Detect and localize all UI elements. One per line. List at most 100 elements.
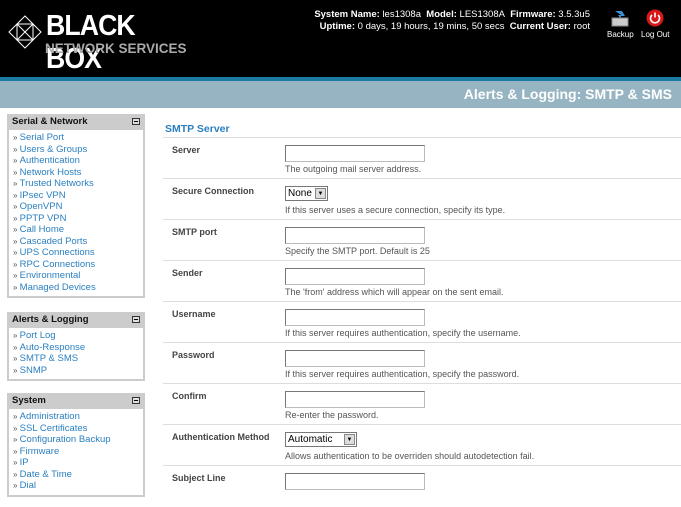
sidebar-item-trusted-networks[interactable]: Trusted Networks: [13, 178, 139, 190]
confirm-input[interactable]: [285, 391, 425, 408]
subject-line-input[interactable]: [285, 473, 425, 490]
sidebar-item-serial-port[interactable]: Serial Port: [13, 132, 139, 144]
field-hint: The outgoing mail server address.: [285, 164, 422, 174]
form-row-server: Server The outgoing mail server address.: [163, 138, 681, 179]
current-user: root: [573, 21, 590, 32]
power-icon: [646, 9, 664, 27]
sidebar-group-title: Serial & Network: [12, 116, 88, 127]
sidebar-item-snmp[interactable]: SNMP: [13, 365, 139, 377]
sidebar-item-rpc-connections[interactable]: RPC Connections: [13, 259, 139, 271]
sidebar-group-title: Alerts & Logging: [12, 314, 89, 325]
server-input[interactable]: [285, 145, 425, 162]
logo-diamond-icon: [8, 15, 42, 49]
field-hint: If this server requires authentication, …: [285, 328, 521, 338]
system-info: System Name: les1308a Model: LES1308A Fi…: [314, 9, 590, 33]
field-label: Server: [172, 145, 201, 155]
sidebar-item-firmware[interactable]: Firmware: [13, 446, 139, 458]
sidebar-item-call-home[interactable]: Call Home: [13, 224, 139, 236]
form-row-confirm: Confirm Re-enter the password.: [163, 384, 681, 425]
sidebar-group-header: Serial & Network: [9, 116, 143, 130]
chevron-down-icon[interactable]: ▼: [344, 434, 355, 445]
authentication-method-select[interactable]: Automatic ▼: [285, 432, 357, 447]
sidebar-item-cascaded-ports[interactable]: Cascaded Ports: [13, 236, 139, 248]
sidebar-item-auto-response[interactable]: Auto-Response: [13, 342, 139, 354]
sidebar-list: AdministrationSSL CertificatesConfigurat…: [9, 409, 143, 495]
sidebar-item-ipsec-vpn[interactable]: IPsec VPN: [13, 190, 139, 202]
form-row-username: Username If this server requires authenti…: [163, 302, 681, 343]
model: LES1308A: [459, 9, 505, 20]
chevron-down-icon[interactable]: ▼: [315, 188, 326, 199]
sidebar-item-ssl-certificates[interactable]: SSL Certificates: [13, 423, 139, 435]
sidebar-list: Serial PortUsers & GroupsAuthenticationN…: [9, 130, 143, 296]
sidebar-list: Port LogAuto-ResponseSMTP & SMSSNMP: [9, 328, 143, 379]
black-box-logo[interactable]: BLACK BOX NETWORK SERVICES: [8, 10, 208, 75]
logout-label: Log Out: [641, 30, 670, 39]
sidebar-group-alerts-logging: Alerts & Logging Port LogAuto-ResponseSMT…: [7, 312, 145, 381]
field-hint: Re-enter the password.: [285, 410, 379, 420]
sidebar-item-port-log[interactable]: Port Log: [13, 330, 139, 342]
field-label: SMTP port: [172, 227, 217, 237]
form-row-sender: Sender The 'from' address which will appe…: [163, 261, 681, 302]
page-title: Alerts & Logging: SMTP & SMS: [463, 86, 672, 102]
logo-subtext: NETWORK SERVICES: [45, 41, 187, 56]
firmware-label: Firmware:: [510, 9, 556, 20]
section-title: SMTP Server: [163, 118, 681, 138]
field-hint: If this server requires authentication, …: [285, 369, 520, 379]
secure-connection-selected-value: None: [288, 188, 312, 199]
sender-input[interactable]: [285, 268, 425, 285]
sidebar-item-date-time[interactable]: Date & Time: [13, 469, 139, 481]
firmware: 3.5.3u5: [558, 9, 590, 20]
form-row-secure-connection: Secure Connection None ▼ If this server use…: [163, 179, 681, 220]
backup-icon: [611, 9, 629, 27]
sidebar-item-authentication[interactable]: Authentication: [13, 155, 139, 167]
logout-button[interactable]: Log Out: [641, 9, 669, 39]
form-row-authentication-method: Authentication Method Automatic ▼ Allows au…: [163, 425, 681, 466]
backup-label: Backup: [607, 30, 634, 39]
sidebar-group-system: System AdministrationSSL CertificatesConf…: [7, 393, 145, 497]
sidebar-item-pptp-vpn[interactable]: PPTP VPN: [13, 213, 139, 225]
uptime-label: Uptime:: [319, 21, 355, 32]
title-bar: Alerts & Logging: SMTP & SMS: [0, 81, 681, 108]
field-hint: The 'from' address which will appear on …: [285, 287, 504, 297]
sidebar-item-network-hosts[interactable]: Network Hosts: [13, 167, 139, 179]
sidebar-item-ups-connections[interactable]: UPS Connections: [13, 247, 139, 259]
field-label: Password: [172, 350, 215, 360]
sidebar-group-serial-network: Serial & Network Serial PortUsers & Group…: [7, 114, 145, 298]
sidebar-item-smtp-sms[interactable]: SMTP & SMS: [13, 353, 139, 365]
field-hint: If this server uses a secure connection,…: [285, 205, 506, 215]
sidebar-item-users-groups[interactable]: Users & Groups: [13, 144, 139, 156]
secure-connection-select[interactable]: None ▼: [285, 186, 328, 201]
backup-button[interactable]: Backup: [607, 9, 634, 39]
sidebar-item-dial[interactable]: Dial: [13, 480, 139, 492]
sidebar-item-configuration-backup[interactable]: Configuration Backup: [13, 434, 139, 446]
sidebar-item-administration[interactable]: Administration: [13, 411, 139, 423]
user-label: Current User:: [509, 21, 571, 32]
sidebar-item-ip[interactable]: IP: [13, 457, 139, 469]
main-content: SMTP Server Server The outgoing mail serv…: [163, 118, 681, 507]
authentication-method-selected-value: Automatic: [288, 434, 333, 445]
model-label: Model:: [426, 9, 457, 20]
field-label: Authentication Method: [172, 432, 270, 442]
uptime: 0 days, 19 hours, 19 mins, 50 secs: [357, 21, 505, 32]
field-label: Sender: [172, 268, 203, 278]
header: BLACK BOX NETWORK SERVICES System Name: …: [0, 0, 681, 77]
field-label: Username: [172, 309, 216, 319]
field-label: Subject Line: [172, 473, 226, 483]
form-row-smtp-port: SMTP port Specify the SMTP port. Default …: [163, 220, 681, 261]
system-name-label: System Name:: [314, 9, 380, 20]
field-hint: Allows authentication to be overriden sh…: [285, 451, 535, 461]
collapse-icon[interactable]: [132, 118, 140, 125]
username-input[interactable]: [285, 309, 425, 326]
sidebar-item-openvpn[interactable]: OpenVPN: [13, 201, 139, 213]
password-input[interactable]: [285, 350, 425, 367]
sidebar-item-managed-devices[interactable]: Managed Devices: [13, 282, 139, 294]
form-row-password: Password If this server requires authenti…: [163, 343, 681, 384]
smtp-port-input[interactable]: [285, 227, 425, 244]
system-name: les1308a: [382, 9, 421, 20]
field-hint: Specify the SMTP port. Default is 25: [285, 246, 430, 256]
collapse-icon[interactable]: [132, 316, 140, 323]
sidebar-item-environmental[interactable]: Environmental: [13, 270, 139, 282]
field-label: Secure Connection: [172, 186, 255, 196]
field-label: Confirm: [172, 391, 207, 401]
collapse-icon[interactable]: [132, 397, 140, 404]
